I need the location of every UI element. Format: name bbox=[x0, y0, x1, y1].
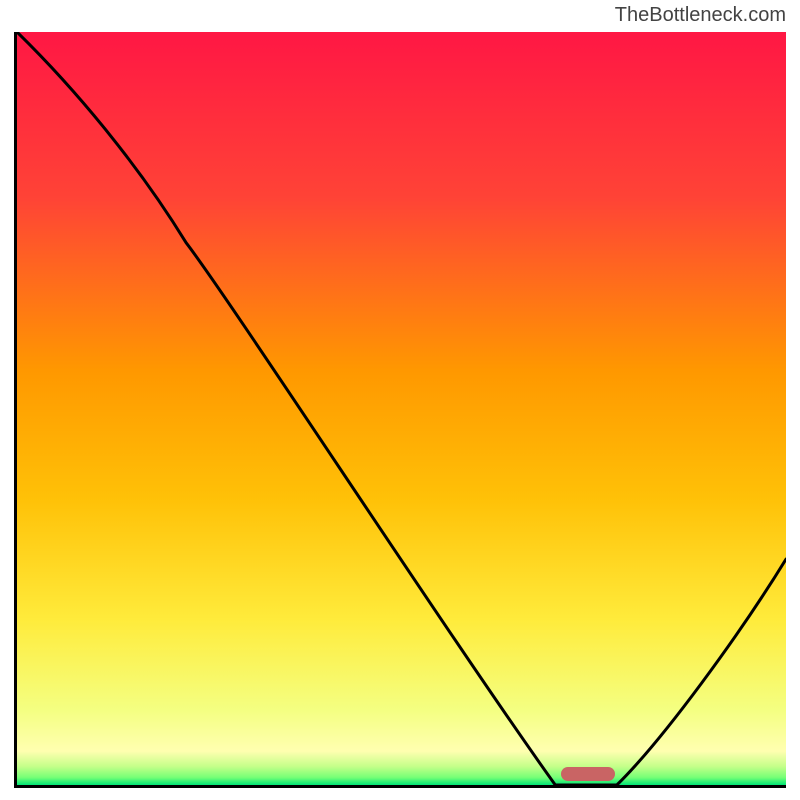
chart-plot-area bbox=[14, 32, 786, 788]
optimal-marker bbox=[561, 767, 615, 781]
chart-curve bbox=[17, 32, 786, 785]
watermark-text: TheBottleneck.com bbox=[615, 4, 786, 27]
